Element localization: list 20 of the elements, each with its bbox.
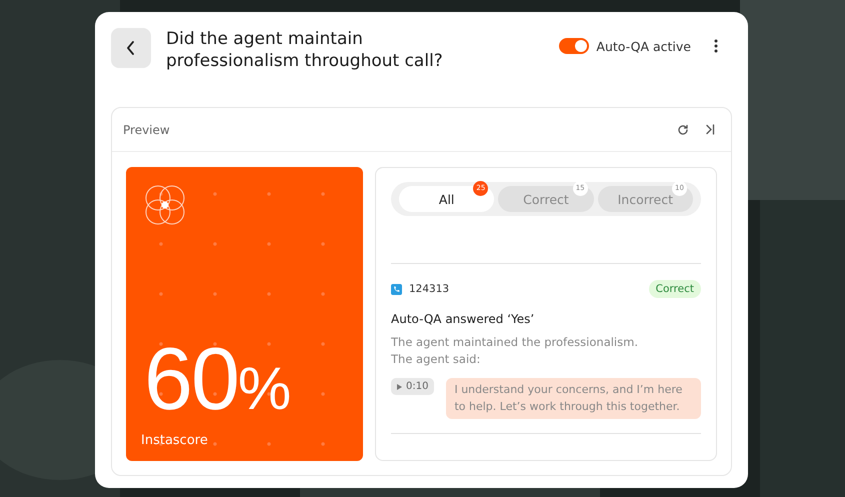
toggle-label: Auto-QA active bbox=[596, 38, 691, 54]
score-value: 60% bbox=[144, 335, 292, 423]
said-label: The agent said: bbox=[391, 351, 482, 368]
call-id: 124313 bbox=[409, 283, 450, 295]
play-icon bbox=[397, 384, 402, 390]
more-icon[interactable] bbox=[714, 39, 718, 53]
panel-title: Preview bbox=[123, 122, 170, 136]
phone-icon bbox=[391, 284, 402, 294]
status-badge: Correct bbox=[648, 280, 701, 298]
score-label: Instascore bbox=[141, 433, 208, 448]
collapse-icon[interactable] bbox=[705, 124, 715, 135]
toggle-switch[interactable] bbox=[559, 38, 590, 54]
quote-bubble: I understand your concerns, and I’m here to help. Let’s work through this together. bbox=[446, 378, 701, 419]
chevron-left-icon bbox=[126, 41, 136, 55]
back-button[interactable] bbox=[111, 28, 151, 68]
answer-text: The agent maintained the professionalism. bbox=[391, 334, 639, 351]
question-title: Did the agent maintain professionalism throughout call? bbox=[166, 28, 444, 72]
refresh-icon[interactable] bbox=[677, 124, 689, 136]
play-timestamp-button[interactable]: 0:10 bbox=[391, 378, 434, 395]
answer-heading: Auto-QA answered ‘Yes’ bbox=[391, 312, 536, 326]
